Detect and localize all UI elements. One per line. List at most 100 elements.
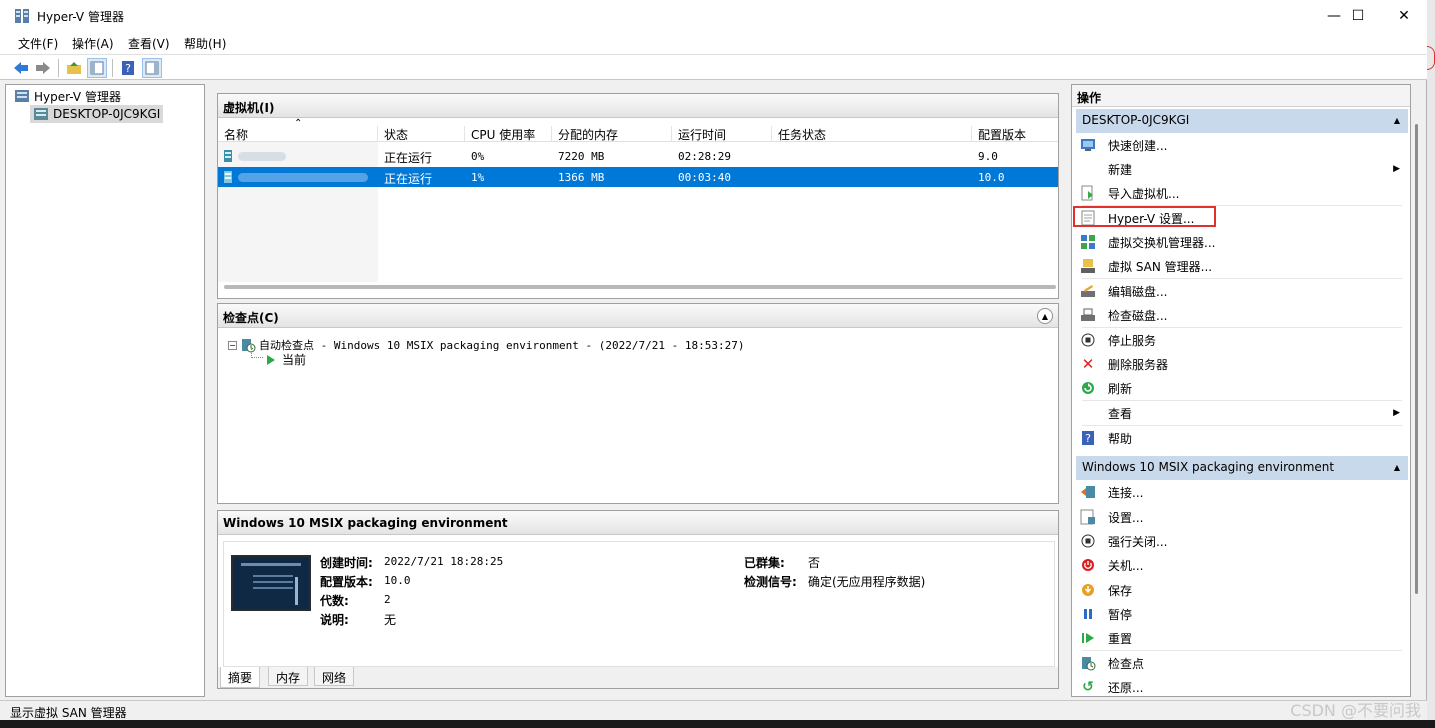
action-force-shutdown[interactable]: 强行关闭... — [1076, 530, 1404, 552]
action-label: 虚拟交换机管理器... — [1108, 235, 1216, 250]
maximize-button[interactable]: ☐ — [1335, 0, 1381, 32]
action-divider — [1082, 650, 1402, 651]
action-label: 查看 — [1108, 406, 1133, 421]
checkpoint-icon — [1080, 655, 1096, 671]
stop-icon — [1080, 533, 1096, 549]
col-status[interactable]: 状态 — [378, 126, 465, 142]
action-reset[interactable]: 重置 — [1076, 627, 1404, 649]
up-folder-icon[interactable] — [64, 58, 84, 78]
menu-help[interactable]: 帮助(H) — [184, 35, 226, 52]
toolbar-separator — [112, 59, 113, 77]
revert-icon: ↺ — [1082, 679, 1094, 695]
tab-summary[interactable]: 摘要 — [220, 667, 261, 688]
col-memory[interactable]: 分配的内存 — [552, 126, 672, 142]
action-save[interactable]: 保存 — [1076, 579, 1404, 601]
action-remove-server[interactable]: ✕ 删除服务器 — [1076, 353, 1404, 375]
col-version[interactable]: 配置版本 — [972, 126, 1058, 142]
san-manager-icon — [1080, 258, 1096, 274]
menu-view[interactable]: 查看(V) — [128, 35, 170, 52]
watermark: CSDN @不要问我 — [1290, 701, 1421, 720]
server-actions-section[interactable]: DESKTOP-0JC9KGI ▲ — [1076, 109, 1408, 133]
col-task[interactable]: 任务状态 — [772, 126, 972, 142]
tab-memory[interactable]: 内存 — [268, 667, 309, 686]
action-virtual-switch-manager[interactable]: 虚拟交换机管理器... — [1076, 231, 1404, 253]
action-pause[interactable]: 暂停 — [1076, 603, 1404, 625]
action-revert[interactable]: ↺ 还原... — [1076, 676, 1404, 696]
menu-action[interactable]: 操作(A) — [72, 35, 114, 52]
collapse-caret-icon[interactable]: ▲ — [1394, 463, 1400, 472]
heartbeat-label: 检测信号: — [744, 575, 797, 589]
vm-thumbnail[interactable] — [231, 555, 311, 611]
action-label: 检查磁盘... — [1108, 308, 1168, 323]
action-edit-disk[interactable]: 编辑磁盘... — [1076, 280, 1404, 302]
connect-icon — [1080, 484, 1096, 500]
action-settings[interactable]: 设置... — [1076, 506, 1404, 528]
menu-file[interactable]: 文件(F) — [18, 35, 58, 52]
collapse-up-icon[interactable]: ▲ — [1037, 308, 1053, 324]
action-new[interactable]: 新建 ▶ — [1076, 158, 1404, 180]
tree-node-root[interactable]: Hyper-V 管理器 — [11, 87, 124, 105]
scrollbar-thumb[interactable] — [1415, 124, 1418, 594]
action-view[interactable]: 查看 ▶ — [1076, 402, 1404, 424]
col-name[interactable]: 名称 — [218, 126, 378, 142]
power-icon — [1080, 557, 1096, 573]
vm-cpu: 0% — [471, 150, 485, 163]
checkpoint-panel-title: 检查点(C) — [218, 304, 1058, 328]
action-label: 虚拟 SAN 管理器... — [1108, 259, 1213, 274]
stop-icon — [1080, 332, 1096, 348]
vm-row[interactable]: 正在运行 0% 7220 MB 02:28:29 9.0 — [218, 146, 1058, 166]
action-shutdown[interactable]: 关机... — [1076, 554, 1404, 576]
play-icon — [267, 354, 275, 365]
checkpoints-panel: 检查点(C) ▲ − 自动检查点 - Windows 10 MSIX packa… — [217, 303, 1059, 504]
detail-panel-title: Windows 10 MSIX packaging environment — [218, 511, 1058, 535]
action-inspect-disk[interactable]: 检查磁盘... — [1076, 304, 1404, 326]
vm-actions-section[interactable]: Windows 10 MSIX packaging environment ▲ — [1076, 456, 1408, 480]
action-import-vm[interactable]: 导入虚拟机... — [1076, 182, 1404, 204]
config-version-value: 10.0 — [384, 574, 411, 587]
heartbeat-value: 确定(无应用程序数据) — [808, 575, 926, 589]
back-arrow-icon[interactable] — [11, 58, 31, 78]
created-value: 2022/7/21 18:28:25 — [384, 555, 504, 568]
collapse-caret-icon[interactable]: ▲ — [1394, 116, 1400, 125]
action-quick-create[interactable]: 快速创建... — [1076, 134, 1404, 156]
blank-icon — [1080, 161, 1096, 177]
current-node[interactable]: 当前 — [266, 351, 306, 368]
horizontal-scrollbar[interactable] — [224, 285, 1056, 289]
tree-node-server[interactable]: DESKTOP-0JC9KGI — [30, 105, 164, 123]
server-section-label: DESKTOP-0JC9KGI — [1082, 113, 1190, 127]
action-stop-service[interactable]: 停止服务 — [1076, 329, 1404, 351]
col-cpu[interactable]: CPU 使用率 — [465, 126, 552, 142]
action-label: 强行关闭... — [1108, 534, 1168, 549]
submenu-arrow-icon: ▶ — [1393, 408, 1400, 418]
close-button[interactable]: ✕ — [1381, 0, 1427, 32]
generation-value: 2 — [384, 593, 391, 606]
action-help[interactable]: ? 帮助 — [1076, 427, 1404, 449]
action-refresh[interactable]: 刷新 — [1076, 377, 1404, 399]
tab-network[interactable]: 网络 — [314, 667, 355, 686]
action-connect[interactable]: 连接... — [1076, 481, 1404, 503]
detail-tab-strip: 摘要 内存 网络 — [218, 667, 1058, 688]
help-icon[interactable]: ? — [118, 58, 138, 78]
vm-version: 10.0 — [978, 171, 1005, 184]
show-action-pane-icon[interactable] — [142, 58, 162, 78]
action-label: 新建 — [1108, 162, 1133, 177]
actions-scrollbar[interactable] — [1413, 124, 1421, 594]
action-checkpoint[interactable]: 检查点 — [1076, 652, 1404, 674]
action-virtual-san-manager[interactable]: 虚拟 SAN 管理器... — [1076, 255, 1404, 277]
vm-row[interactable]: 正在运行 1% 1366 MB 00:03:40 10.0 — [218, 167, 1058, 187]
server-icon — [34, 108, 48, 120]
action-label: 还原... — [1108, 680, 1144, 695]
show-tree-icon[interactable] — [87, 58, 107, 78]
notes-value: 无 — [384, 613, 397, 627]
tree-server-label: DESKTOP-0JC9KGI — [53, 107, 161, 121]
help-icon: ? — [1080, 430, 1096, 446]
window-title: Hyper-V 管理器 — [37, 10, 124, 24]
tree-connector — [251, 348, 263, 358]
forward-arrow-icon[interactable] — [33, 58, 53, 78]
svg-text:?: ? — [125, 62, 131, 75]
vm-uptime: 00:03:40 — [678, 171, 731, 184]
toolbar: ? — [0, 54, 1427, 80]
col-uptime[interactable]: 运行时间 — [672, 126, 772, 142]
action-label: 刷新 — [1108, 381, 1133, 396]
tree-collapse-icon[interactable]: − — [228, 340, 237, 350]
